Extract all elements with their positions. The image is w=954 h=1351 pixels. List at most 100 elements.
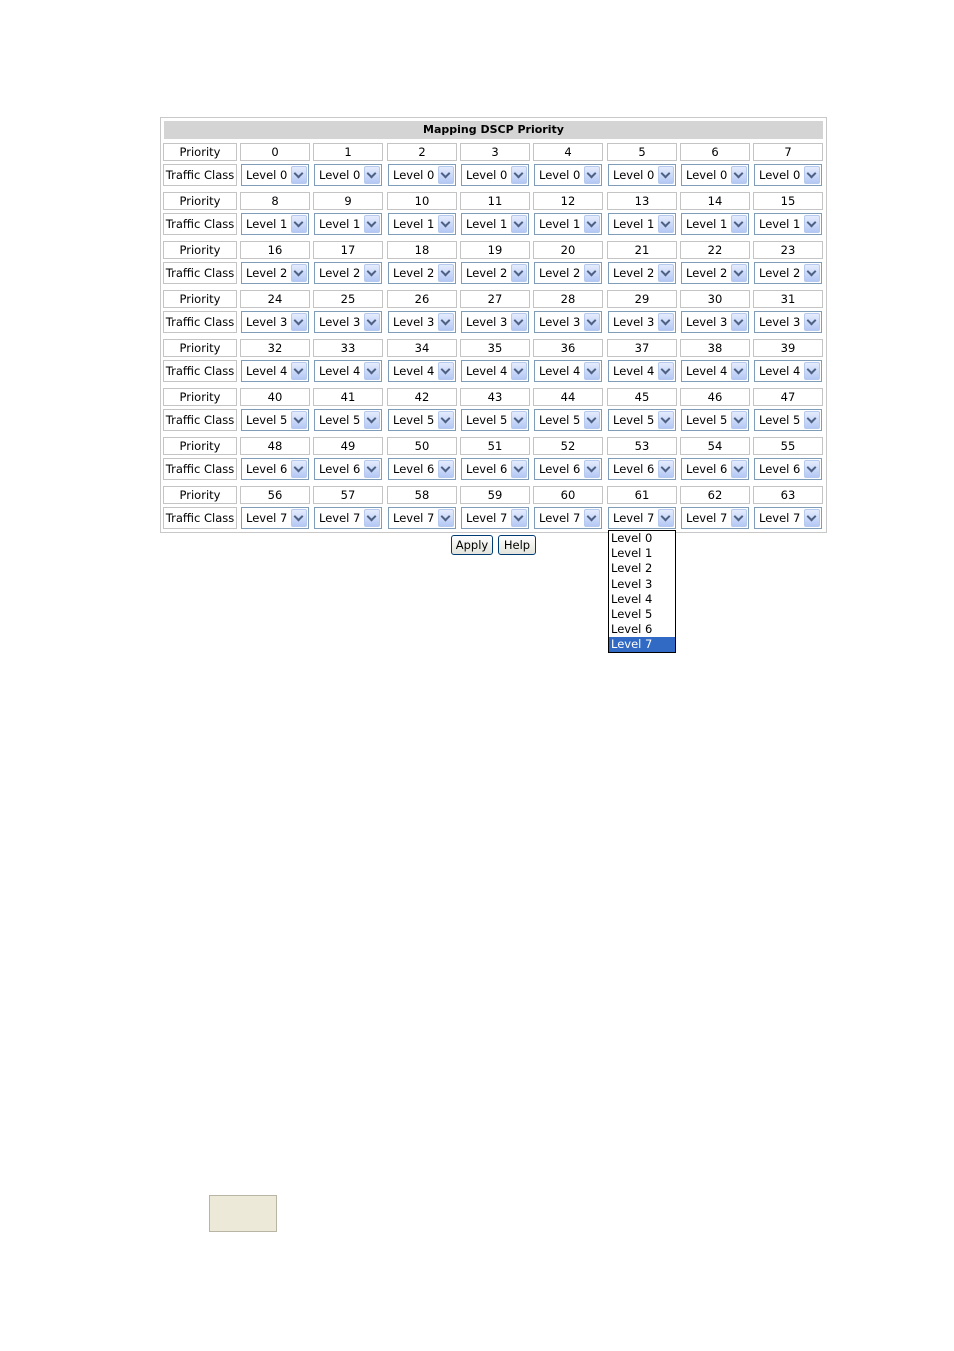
traffic-class-select[interactable]: Level 6 (241, 458, 309, 480)
chevron-down-icon[interactable] (658, 460, 674, 478)
traffic-class-select[interactable]: Level 1 (534, 213, 602, 235)
traffic-class-select[interactable]: Level 4 (461, 360, 529, 382)
chevron-down-icon[interactable] (804, 313, 820, 331)
traffic-class-select[interactable]: Level 1 (241, 213, 309, 235)
chevron-down-icon[interactable] (291, 362, 307, 380)
chevron-down-icon[interactable] (438, 411, 454, 429)
traffic-class-select[interactable]: Level 7 (388, 507, 456, 529)
chevron-down-icon[interactable] (731, 411, 747, 429)
chevron-down-icon[interactable] (804, 166, 820, 184)
traffic-class-select[interactable]: Level 6 (461, 458, 529, 480)
chevron-down-icon[interactable] (731, 215, 747, 233)
chevron-down-icon[interactable] (291, 460, 307, 478)
traffic-class-select[interactable]: Level 2 (241, 262, 309, 284)
chevron-down-icon[interactable] (584, 509, 600, 527)
chevron-down-icon[interactable] (438, 509, 454, 527)
traffic-class-select[interactable]: Level 0 (754, 164, 822, 186)
traffic-class-select[interactable]: Level 3 (241, 311, 309, 333)
traffic-class-dropdown-list[interactable]: Level 0 Level 1 Level 2 Level 3 Level 4 Level… (608, 530, 676, 653)
chevron-down-icon[interactable] (658, 313, 674, 331)
chevron-down-icon[interactable] (804, 362, 820, 380)
chevron-down-icon[interactable] (731, 166, 747, 184)
traffic-class-select[interactable]: Level 2 (681, 262, 749, 284)
chevron-down-icon[interactable] (584, 166, 600, 184)
traffic-class-select[interactable]: Level 5 (241, 409, 309, 431)
traffic-class-select[interactable]: Level 1 (388, 213, 456, 235)
dropdown-option[interactable]: Level 5 (609, 607, 675, 622)
traffic-class-select[interactable]: Level 2 (608, 262, 676, 284)
traffic-class-select[interactable]: Level 7 (314, 507, 382, 529)
chevron-down-icon[interactable] (511, 215, 527, 233)
chevron-down-icon[interactable] (511, 460, 527, 478)
chevron-down-icon[interactable] (731, 264, 747, 282)
traffic-class-select[interactable]: Level 0 (241, 164, 309, 186)
chevron-down-icon[interactable] (364, 362, 380, 380)
chevron-down-icon[interactable] (438, 460, 454, 478)
chevron-down-icon[interactable] (804, 215, 820, 233)
traffic-class-select[interactable]: Level 3 (608, 311, 676, 333)
chevron-down-icon[interactable] (584, 264, 600, 282)
traffic-class-select[interactable]: Level 4 (608, 360, 676, 382)
chevron-down-icon[interactable] (584, 215, 600, 233)
traffic-class-select[interactable]: Level 2 (314, 262, 382, 284)
chevron-down-icon[interactable] (364, 411, 380, 429)
chevron-down-icon[interactable] (658, 362, 674, 380)
apply-button[interactable]: Apply (451, 535, 493, 555)
traffic-class-select[interactable]: Level 0 (314, 164, 382, 186)
traffic-class-select[interactable]: Level 3 (461, 311, 529, 333)
traffic-class-select[interactable]: Level 6 (388, 458, 456, 480)
traffic-class-select[interactable]: Level 1 (461, 213, 529, 235)
chevron-down-icon[interactable] (584, 362, 600, 380)
traffic-class-select[interactable]: Level 4 (754, 360, 822, 382)
traffic-class-select[interactable]: Level 4 (534, 360, 602, 382)
traffic-class-select[interactable]: Level 4 (314, 360, 382, 382)
chevron-down-icon[interactable] (731, 362, 747, 380)
chevron-down-icon[interactable] (511, 166, 527, 184)
dropdown-option[interactable]: Level 7 (609, 637, 675, 653)
chevron-down-icon[interactable] (364, 460, 380, 478)
traffic-class-select[interactable]: Level 7 (681, 507, 749, 529)
dropdown-option[interactable]: Level 2 (609, 561, 675, 576)
traffic-class-select[interactable]: Level 3 (388, 311, 456, 333)
chevron-down-icon[interactable] (438, 215, 454, 233)
chevron-down-icon[interactable] (658, 215, 674, 233)
chevron-down-icon[interactable] (731, 313, 747, 331)
chevron-down-icon[interactable] (658, 264, 674, 282)
dropdown-option[interactable]: Level 0 (609, 531, 675, 546)
traffic-class-select[interactable]: Level 7 (754, 507, 822, 529)
traffic-class-select[interactable]: Level 5 (608, 409, 676, 431)
traffic-class-select[interactable]: Level 3 (534, 311, 602, 333)
traffic-class-select[interactable]: Level 7 (608, 507, 676, 529)
dropdown-option[interactable]: Level 4 (609, 592, 675, 607)
chevron-down-icon[interactable] (731, 460, 747, 478)
traffic-class-select[interactable]: Level 4 (241, 360, 309, 382)
chevron-down-icon[interactable] (291, 166, 307, 184)
traffic-class-select[interactable]: Level 5 (461, 409, 529, 431)
chevron-down-icon[interactable] (731, 509, 747, 527)
chevron-down-icon[interactable] (658, 411, 674, 429)
chevron-down-icon[interactable] (804, 411, 820, 429)
dropdown-option[interactable]: Level 6 (609, 622, 675, 637)
traffic-class-select[interactable]: Level 1 (608, 213, 676, 235)
traffic-class-select[interactable]: Level 5 (314, 409, 382, 431)
chevron-down-icon[interactable] (584, 411, 600, 429)
traffic-class-select[interactable]: Level 0 (608, 164, 676, 186)
traffic-class-select[interactable]: Level 2 (461, 262, 529, 284)
chevron-down-icon[interactable] (291, 215, 307, 233)
chevron-down-icon[interactable] (584, 460, 600, 478)
chevron-down-icon[interactable] (364, 264, 380, 282)
traffic-class-select[interactable]: Level 3 (681, 311, 749, 333)
traffic-class-select[interactable]: Level 0 (681, 164, 749, 186)
traffic-class-select[interactable]: Level 6 (534, 458, 602, 480)
chevron-down-icon[interactable] (511, 362, 527, 380)
dropdown-option[interactable]: Level 3 (609, 577, 675, 592)
traffic-class-select[interactable]: Level 3 (754, 311, 822, 333)
chevron-down-icon[interactable] (511, 509, 527, 527)
chevron-down-icon[interactable] (511, 411, 527, 429)
chevron-down-icon[interactable] (364, 166, 380, 184)
traffic-class-select[interactable]: Level 5 (681, 409, 749, 431)
chevron-down-icon[interactable] (291, 313, 307, 331)
chevron-down-icon[interactable] (804, 264, 820, 282)
traffic-class-select[interactable]: Level 0 (388, 164, 456, 186)
traffic-class-select[interactable]: Level 0 (534, 164, 602, 186)
